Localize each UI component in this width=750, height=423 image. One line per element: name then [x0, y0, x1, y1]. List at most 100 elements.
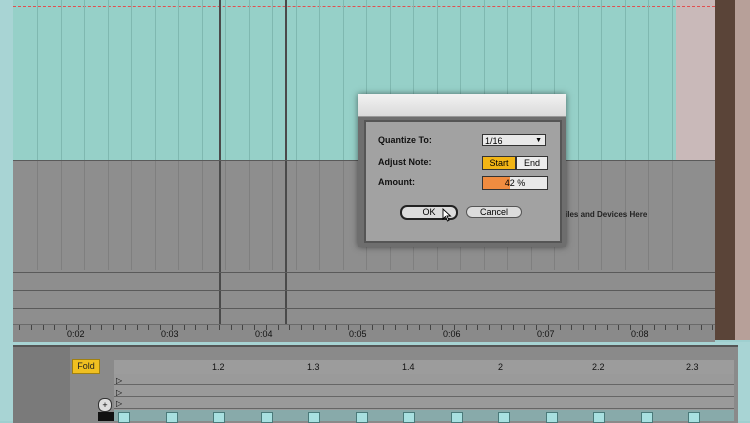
dialog-titlebar[interactable] — [358, 94, 566, 117]
midi-note[interactable] — [260, 412, 273, 423]
timeline-tick — [618, 325, 620, 330]
mouse-cursor-icon — [442, 208, 452, 222]
timeline-label: 0:06 — [443, 329, 461, 339]
grid-line — [248, 160, 250, 270]
timeline-label: 0:02 — [67, 329, 85, 339]
midi-note[interactable] — [355, 412, 368, 423]
timeline-tick — [254, 325, 255, 330]
timeline-tick — [160, 325, 161, 330]
track-divider — [13, 308, 715, 309]
fold-triangle-icon[interactable]: ▷ — [116, 376, 122, 385]
midi-note[interactable] — [688, 412, 700, 423]
track-divider — [13, 272, 715, 273]
timeline-tick — [312, 325, 314, 330]
timeline-tick — [395, 325, 396, 330]
timeline-tick — [324, 325, 326, 330]
timeline-tick — [606, 325, 608, 330]
right-edge-panel — [715, 0, 735, 340]
timeline-tick — [477, 325, 479, 330]
timeline-tick — [19, 325, 20, 330]
timeline-tick — [289, 325, 291, 330]
grid-line — [107, 160, 109, 270]
timeline-tick — [430, 325, 432, 330]
quantize-to-label: Quantize To: — [378, 135, 432, 145]
midi-note[interactable] — [308, 412, 320, 423]
grid-line — [84, 0, 85, 160]
timeline-label: 0:03 — [161, 329, 179, 339]
timeline-tick — [136, 325, 138, 330]
grid-line — [272, 160, 273, 270]
timeline-tick — [207, 325, 208, 330]
timeline-tick — [583, 325, 584, 330]
timeline-tick — [641, 325, 643, 330]
add-icon[interactable]: + — [98, 398, 112, 412]
ruler-label: 2.3 — [686, 362, 699, 372]
midi-note[interactable] — [640, 412, 653, 423]
midi-note[interactable] — [593, 412, 605, 423]
midi-note[interactable] — [403, 412, 415, 423]
grid-line — [154, 160, 156, 270]
timeline-tick — [348, 325, 349, 330]
grid-line — [131, 0, 132, 160]
timeline-tick — [383, 325, 385, 330]
midi-ruler[interactable]: 1.2 1.3 1.4 2 2.2 2.3 — [114, 360, 734, 374]
midi-note[interactable] — [450, 412, 463, 423]
grid-line — [342, 0, 344, 160]
grid-line — [154, 0, 156, 160]
timeline-tick — [265, 325, 267, 330]
timeline-label: 0:07 — [537, 329, 555, 339]
ruler-label: 2 — [498, 362, 504, 372]
grid-line — [60, 160, 62, 270]
timeline-tick — [489, 325, 490, 330]
timeline-tick — [712, 325, 714, 330]
midi-note[interactable] — [165, 412, 178, 423]
grid-line — [648, 0, 649, 160]
clip-end-region — [676, 0, 715, 160]
lane-line — [114, 384, 734, 385]
amount-slider[interactable]: 42 % — [482, 176, 548, 190]
timeline-tick — [418, 325, 420, 330]
cancel-button[interactable]: Cancel — [466, 206, 522, 218]
grid-line — [178, 160, 179, 270]
timeline-label: 0:08 — [631, 329, 649, 339]
locator-line — [285, 0, 287, 330]
timeline-tick — [453, 325, 455, 330]
ruler-label: 1.4 — [402, 362, 415, 372]
grid-line — [342, 160, 344, 270]
end-toggle[interactable]: End — [516, 156, 548, 170]
midi-note[interactable] — [498, 412, 510, 423]
timeline-tick — [536, 325, 537, 330]
timeline-tick — [677, 325, 678, 330]
midi-note[interactable] — [545, 412, 558, 423]
clip-panel-left — [13, 347, 70, 423]
timeline-tick — [42, 325, 44, 330]
midi-key-lanes[interactable]: ▷ ▷ ▷ — [114, 374, 734, 410]
timeline-ruler[interactable]: 0:02 0:03 0:04 0:05 0:06 0:07 0:08 — [13, 324, 715, 343]
quantize-select[interactable]: 1/16 ▼ — [482, 134, 546, 146]
ruler-label: 1.2 — [212, 362, 225, 372]
grid-line — [60, 0, 62, 160]
timeline-tick — [594, 325, 596, 330]
timeline-label: 0:05 — [349, 329, 367, 339]
timeline-tick — [465, 325, 467, 330]
fold-button[interactable]: Fold — [72, 359, 100, 374]
quantize-value: 1/16 — [485, 136, 503, 146]
key-indicator — [98, 412, 114, 421]
timeline-tick — [359, 325, 361, 330]
ruler-label: 1.3 — [307, 362, 320, 372]
midi-note[interactable] — [118, 412, 130, 423]
timeline-tick — [54, 325, 56, 330]
timeline-tick — [183, 325, 185, 330]
start-toggle[interactable]: Start — [482, 156, 516, 170]
midi-note-row[interactable] — [114, 410, 734, 423]
grid-line — [319, 160, 320, 270]
fold-triangle-icon[interactable]: ▷ — [116, 388, 122, 397]
midi-note[interactable] — [213, 412, 225, 423]
grid-line — [295, 0, 297, 160]
grid-line — [178, 0, 179, 160]
fold-triangle-icon[interactable]: ▷ — [116, 399, 122, 408]
timeline-label: 0:04 — [255, 329, 273, 339]
timeline-tick — [148, 325, 150, 330]
timeline-tick — [524, 325, 526, 330]
timeline-tick — [171, 325, 173, 330]
